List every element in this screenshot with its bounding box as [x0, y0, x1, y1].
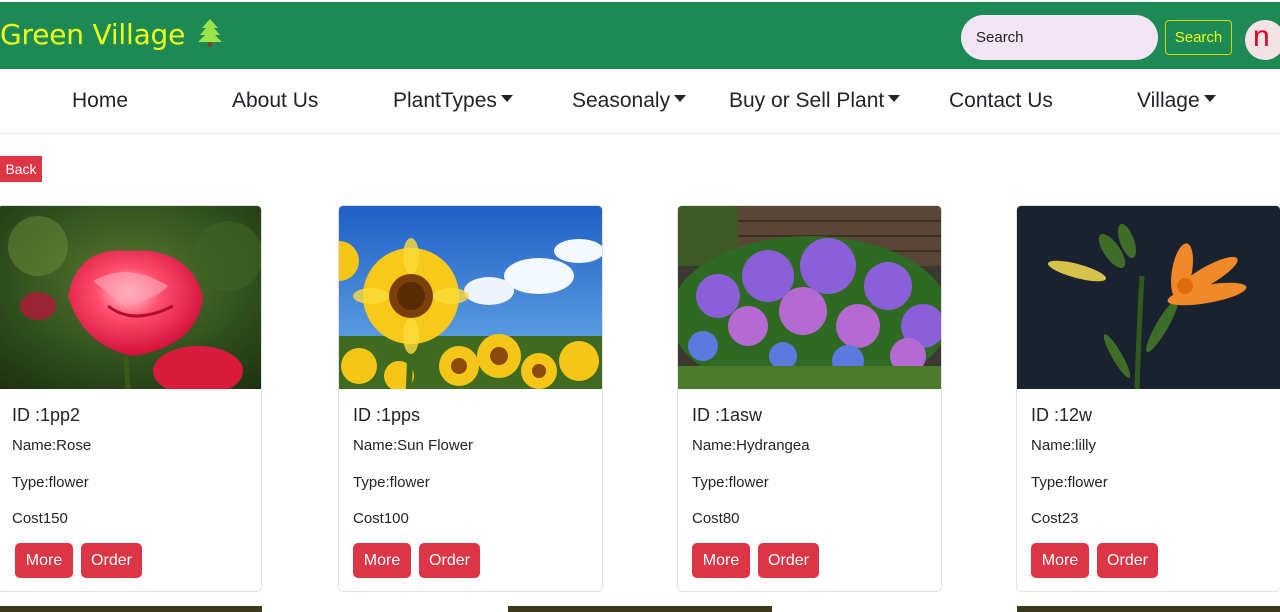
plant-id: ID :1asw [692, 405, 763, 425]
plant-card: ID :1asw Name:Hydrangea Type:flower Cost… [677, 205, 942, 592]
plant-type: Type:flower [353, 474, 430, 491]
nav-contact-us-label: Contact Us [949, 89, 1053, 112]
back-button[interactable]: Back [0, 156, 42, 182]
plant-cost: Cost150 [12, 510, 68, 527]
plant-cost: Cost80 [692, 510, 740, 527]
next-row-card-image [0, 606, 262, 612]
plant-type: Type:flower [12, 474, 89, 491]
main-nav: Home About Us PlantTypes Seasonaly Buy o… [0, 70, 1280, 134]
avatar[interactable]: n [1245, 20, 1280, 60]
plant-type: Type:flower [1031, 474, 1108, 491]
order-button[interactable]: Order [81, 543, 142, 578]
brand-logo[interactable]: Green Village [0, 18, 222, 54]
avatar-initial: n [1253, 20, 1270, 53]
plant-card: ID :1pp2 Name:Rose Type:flower Cost150 M… [0, 205, 262, 592]
caret-down-icon [500, 95, 513, 102]
plant-card: ID :12w Name:lilly Type:flower Cost23 Mo… [1016, 205, 1280, 592]
caret-down-icon [674, 95, 687, 102]
nav-home[interactable]: Home [72, 89, 128, 113]
plant-name: Name:Sun Flower [353, 437, 474, 454]
nav-planttypes-dropdown[interactable]: PlantTypes [393, 89, 513, 113]
plant-image-sunflower [339, 206, 602, 389]
more-button[interactable]: More [1031, 543, 1089, 578]
plant-cost: Cost100 [353, 510, 409, 527]
nav-seasonaly-label: Seasonaly [572, 89, 671, 112]
nav-home-label: Home [72, 89, 129, 112]
plant-id: ID :1pp2 [12, 405, 81, 425]
nav-buy-sell-label: Buy or Sell Plant [729, 89, 885, 112]
plant-card: ID :1pps Name:Sun Flower Type:flower Cos… [338, 205, 603, 592]
plant-name: Name:Rose [12, 437, 92, 454]
more-button[interactable]: More [692, 543, 750, 578]
plant-image-hydrangea [678, 206, 941, 389]
nav-planttypes-label: PlantTypes [393, 89, 497, 112]
plant-type: Type:flower [692, 474, 769, 491]
nav-about-us-label: About Us [232, 89, 319, 112]
tree-icon [197, 19, 222, 54]
plant-cost: Cost23 [1031, 510, 1079, 527]
order-button[interactable]: Order [758, 543, 819, 578]
more-button[interactable]: More [353, 543, 411, 578]
plant-image-rose [0, 206, 261, 389]
more-button[interactable]: More [15, 543, 73, 578]
brand-name: Green Village [0, 18, 186, 51]
nav-buy-sell-dropdown[interactable]: Buy or Sell Plant [729, 89, 901, 113]
search-input[interactable] [961, 15, 1158, 60]
nav-seasonaly-dropdown[interactable]: Seasonaly [572, 89, 687, 113]
order-button[interactable]: Order [419, 543, 480, 578]
search-button[interactable]: Search [1165, 20, 1232, 55]
nav-contact-us[interactable]: Contact Us [949, 89, 1053, 113]
next-row-card-image [1017, 606, 1280, 612]
top-header: Green Village Search n [0, 2, 1280, 69]
caret-down-icon [1203, 95, 1216, 102]
plant-id: ID :12w [1031, 405, 1093, 425]
plant-image-lilly [1017, 206, 1280, 389]
nav-village-dropdown[interactable]: Village [1137, 89, 1216, 113]
order-button[interactable]: Order [1097, 543, 1158, 578]
plant-id: ID :1pps [353, 405, 421, 425]
plant-name: Name:lilly [1031, 437, 1097, 454]
nav-about-us[interactable]: About Us [232, 89, 318, 113]
caret-down-icon [888, 95, 901, 102]
plant-name: Name:Hydrangea [692, 437, 810, 454]
next-row-card-image [508, 606, 772, 612]
nav-village-label: Village [1137, 89, 1200, 112]
